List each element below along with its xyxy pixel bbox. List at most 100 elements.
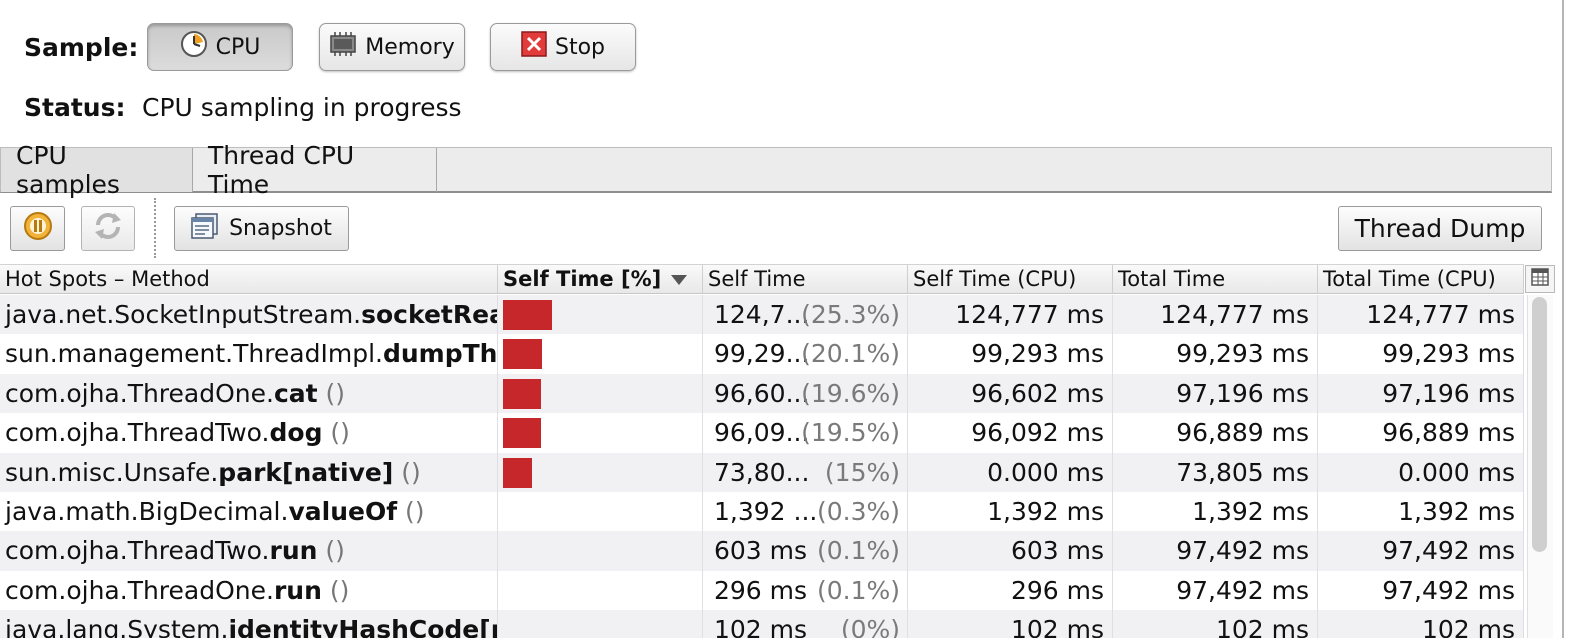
stop-sample-button[interactable]: Stop [490, 23, 636, 71]
method-cell: com.ojha.ThreadTwo.dog () [0, 413, 498, 453]
table-row[interactable]: com.ojha.ThreadOne.cat () 96,60... (19.6%)… [0, 373, 1524, 414]
self-time-percent: (25.3%) [801, 300, 900, 329]
self-time-cell: 96,09... (19.5%) [703, 413, 908, 453]
thread-dump-label: Thread Dump [1354, 214, 1526, 243]
total-time-cell: 96,889 ms [1113, 413, 1318, 453]
method-args: () [397, 496, 425, 526]
self-time-percent-cell [498, 570, 703, 611]
method-package: sun.misc.Unsafe. [5, 457, 219, 487]
method-args: () [317, 536, 345, 566]
total-time-cpu-cell: 97,196 ms [1318, 373, 1524, 414]
method-package: java.math.BigDecimal. [5, 496, 289, 526]
self-time-percent: (19.5%) [801, 418, 900, 448]
total-time-cell: 97,492 ms [1113, 570, 1318, 611]
table-row[interactable]: java.net.SocketInputStream.socketRead 124… [0, 295, 1524, 335]
panel-edge [1562, 0, 1564, 638]
self-time-cpu-cell: 99,293 ms [908, 334, 1113, 374]
cpu-sample-button[interactable]: CPU [147, 23, 293, 71]
table-row[interactable]: com.ojha.ThreadOne.run () 296 ms (0.1%) 296… [0, 570, 1524, 611]
tab-cpu-samples[interactable]: CPU samples [1, 141, 193, 199]
self-time-cell: 102 ms (0%) [703, 610, 908, 638]
self-time-percent-cell [498, 531, 703, 571]
cpu-button-label: CPU [215, 34, 261, 60]
hotspots-table-body: java.net.SocketInputStream.socketRead 124… [0, 295, 1524, 638]
col-header-self-time-cpu[interactable]: Self Time (CPU) [908, 265, 1113, 293]
col-header-method[interactable]: Hot Spots – Method [0, 265, 498, 293]
self-time-percent: (0.1%) [816, 536, 900, 566]
method-cell: java.lang.System.identityHashCode[native… [0, 610, 498, 638]
self-time-cpu-cell: 96,092 ms [908, 413, 1113, 453]
self-time-percent-cell [498, 452, 703, 492]
snapshot-label: Snapshot [229, 216, 332, 241]
column-chooser-button[interactable] [1525, 265, 1555, 293]
self-time-cell: 603 ms (0.1%) [703, 531, 908, 571]
thread-dump-button[interactable]: Thread Dump [1338, 206, 1542, 251]
total-time-cpu-cell: 96,889 ms [1318, 413, 1524, 453]
snapshot-button[interactable]: Snapshot [174, 206, 349, 251]
refresh-icon [92, 211, 124, 247]
method-args: () [322, 418, 350, 448]
total-time-cpu-cell: 97,492 ms [1318, 531, 1524, 571]
total-time-cpu-cell: 0.000 ms [1318, 452, 1524, 492]
self-time-cell: 1,392 ... (0.3%) [703, 491, 908, 532]
total-time-cpu-cell: 1,392 ms [1318, 491, 1524, 532]
col-header-self-time-percent-label: Self Time [%] [503, 267, 662, 291]
method-name: dog [269, 418, 323, 448]
method-package: java.net.SocketInputStream. [5, 300, 362, 329]
col-header-self-time-percent[interactable]: Self Time [%] [498, 265, 703, 293]
table-row[interactable]: java.lang.System.identityHashCode[native… [0, 610, 1524, 638]
pause-button[interactable] [10, 206, 65, 251]
self-time-percent-cell [498, 334, 703, 374]
self-time-value: 102 ms [714, 615, 808, 638]
table-row[interactable]: java.math.BigDecimal.valueOf () 1,392 ...… [0, 491, 1524, 532]
sort-descending-icon [671, 275, 688, 285]
col-header-total-time-cpu[interactable]: Total Time (CPU) [1318, 265, 1524, 293]
col-header-self-time-label: Self Time [708, 267, 806, 291]
self-time-bar [503, 457, 532, 488]
method-package: com.ojha.ThreadTwo. [5, 418, 270, 448]
memory-sample-button[interactable]: Memory [319, 23, 465, 71]
method-cell: java.net.SocketInputStream.socketRead [0, 295, 498, 335]
self-time-percent-cell [498, 413, 703, 453]
self-time-percent-cell [498, 373, 703, 414]
self-time-cell: 296 ms (0.1%) [703, 570, 908, 611]
col-header-total-time[interactable]: Total Time [1113, 265, 1318, 293]
self-time-cpu-cell: 0.000 ms [908, 452, 1113, 492]
stop-x-icon [521, 31, 547, 63]
method-package: sun.management.ThreadImpl. [5, 339, 383, 369]
table-header: Hot Spots – Method Self Time [%] Self Ti… [0, 264, 1524, 294]
method-name: socketRead [361, 300, 497, 329]
vertical-scrollbar[interactable] [1527, 295, 1553, 638]
table-columns-icon [1531, 268, 1549, 290]
refresh-button[interactable] [81, 206, 135, 251]
method-args: () [317, 378, 346, 408]
method-cell: sun.management.ThreadImpl.dumpThreads [0, 334, 498, 374]
method-args: () [321, 575, 350, 605]
self-time-cpu-cell: 603 ms [908, 531, 1113, 571]
scrollbar-thumb[interactable] [1532, 297, 1547, 552]
col-header-self-time[interactable]: Self Time [703, 265, 908, 293]
total-time-cpu-cell: 102 ms [1318, 610, 1524, 638]
method-cell: sun.misc.Unsafe.park[native] () [0, 452, 498, 492]
col-header-self-time-cpu-label: Self Time (CPU) [913, 267, 1077, 291]
method-name: park[native] [218, 457, 394, 487]
stop-button-label: Stop [554, 34, 605, 60]
total-time-cell: 73,805 ms [1113, 452, 1318, 492]
table-row[interactable]: sun.misc.Unsafe.park[native] () 73,80... (… [0, 452, 1524, 492]
self-time-value: 99,29... [714, 339, 810, 369]
snapshot-icon [191, 212, 219, 246]
method-args: () [393, 457, 421, 487]
method-package: com.ojha.ThreadTwo. [5, 536, 270, 566]
self-time-cell: 99,29... (20.1%) [703, 334, 908, 374]
table-row[interactable]: sun.management.ThreadImpl.dumpThreads 99,… [0, 334, 1524, 374]
tab-thread-cpu-time[interactable]: Thread CPU Time [193, 141, 437, 199]
self-time-value: 124,7... [714, 300, 810, 329]
table-row[interactable]: com.ojha.ThreadTwo.dog () 96,09... (19.5%)… [0, 413, 1524, 453]
sample-label: Sample: [24, 33, 139, 62]
self-time-cell: 73,80... (15%) [703, 452, 908, 492]
method-package: com.ojha.ThreadOne. [5, 378, 274, 408]
toolbar-separator [154, 198, 156, 258]
self-time-cpu-cell: 1,392 ms [908, 491, 1113, 532]
table-row[interactable]: com.ojha.ThreadTwo.run () 603 ms (0.1%) 603… [0, 531, 1524, 571]
method-package: com.ojha.ThreadOne. [5, 575, 274, 605]
